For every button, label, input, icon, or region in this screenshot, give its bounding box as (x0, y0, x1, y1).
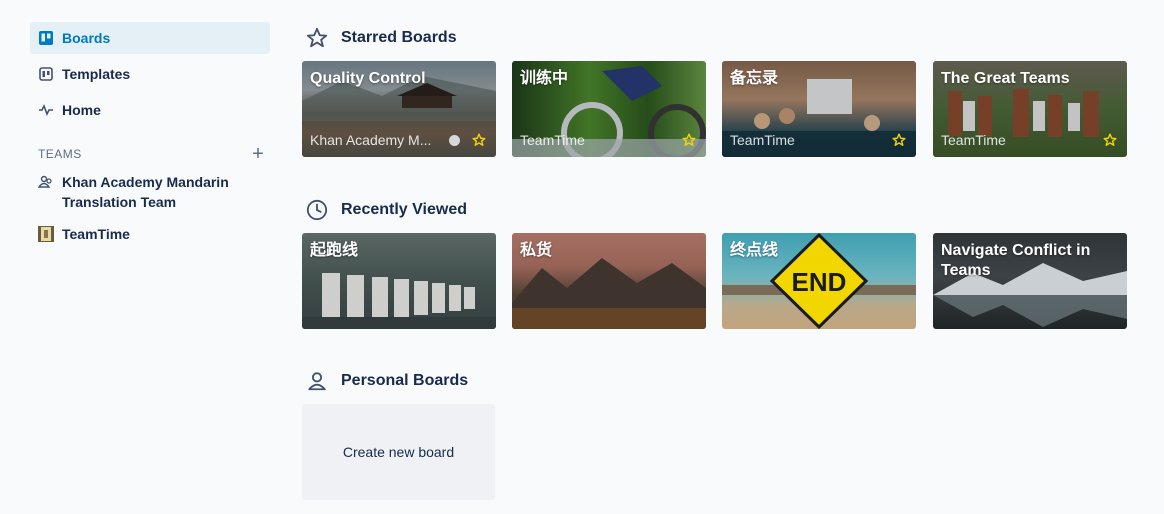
sidebar-item-home[interactable]: Home (30, 94, 270, 126)
board-title: 备忘录 (730, 70, 779, 87)
sidebar-item-label: Home (62, 102, 101, 118)
section-title-text: Starred Boards (341, 29, 457, 46)
board-tile-memo[interactable]: 备忘录 TeamTime (722, 61, 916, 157)
board-tile-starting-line[interactable]: 起跑线 (302, 233, 496, 329)
sidebar-item-label: Boards (62, 30, 111, 46)
board-team: TeamTime (520, 132, 585, 148)
board-title: 私货 (520, 242, 553, 259)
create-board-label: Create new board (342, 444, 455, 460)
sidebar-item-boards[interactable]: Boards (30, 22, 270, 54)
team-name: TeamTime (62, 226, 130, 242)
board-status-dot (449, 135, 460, 146)
star-icon[interactable] (1103, 133, 1117, 147)
board-tile-navigate-conflict[interactable]: Navigate Conflict in Teams (933, 233, 1127, 329)
end-sign-text: END (792, 267, 847, 297)
board-title: 起跑线 (310, 242, 359, 259)
teams-header: TEAMS + (30, 142, 270, 166)
board-title: Navigate Conflict in Teams (941, 242, 1091, 279)
teams-label: TEAMS (38, 147, 82, 161)
sidebar: Boards Templates Home TEAMS + Khan Acade… (30, 22, 270, 250)
board-tile-finish-line[interactable]: END 终点线 (722, 233, 916, 329)
create-new-board-button[interactable]: Create new board (302, 404, 495, 500)
section-title-text: Personal Boards (341, 372, 469, 389)
board-tile-quality-control[interactable]: Quality Control Khan Academy M... (302, 61, 496, 157)
board-tile-private-goods[interactable]: 私货 (512, 233, 706, 329)
board-title: 训练中 (520, 70, 569, 87)
board-title: The Great Teams (941, 70, 1070, 87)
board-tile-great-teams[interactable]: The Great Teams TeamTime (933, 61, 1127, 157)
team-avatar-icon (38, 226, 54, 242)
board-tile-training[interactable]: 训练中 TeamTime (512, 61, 706, 157)
board-team: TeamTime (941, 132, 1006, 148)
clock-icon (305, 198, 329, 222)
personal-boards-heading: Personal Boards (305, 369, 468, 393)
team-name: Khan Academy Mandarin Translation Team (62, 174, 229, 210)
boards-icon (38, 30, 54, 46)
plus-icon[interactable]: + (246, 144, 270, 164)
board-title: Quality Control (310, 70, 426, 87)
board-team: Khan Academy M... (310, 132, 432, 148)
star-icon[interactable] (682, 133, 696, 147)
templates-icon (38, 66, 54, 82)
star-icon[interactable] (892, 133, 906, 147)
star-icon[interactable] (472, 133, 486, 147)
board-title: 终点线 (730, 242, 779, 259)
person-icon (305, 369, 329, 393)
sidebar-team-teamtime[interactable]: TeamTime (30, 218, 270, 250)
recently-viewed-heading: Recently Viewed (305, 198, 467, 222)
team-people-icon (38, 174, 54, 190)
sidebar-item-label: Templates (62, 66, 131, 82)
section-title-text: Recently Viewed (341, 201, 467, 218)
starred-boards-heading: Starred Boards (305, 26, 457, 50)
sidebar-team-khan-academy[interactable]: Khan Academy Mandarin Translation Team (30, 166, 270, 218)
board-team: TeamTime (730, 132, 795, 148)
sidebar-item-templates[interactable]: Templates (30, 58, 270, 90)
star-outline-icon (305, 26, 329, 50)
home-activity-icon (38, 102, 54, 118)
